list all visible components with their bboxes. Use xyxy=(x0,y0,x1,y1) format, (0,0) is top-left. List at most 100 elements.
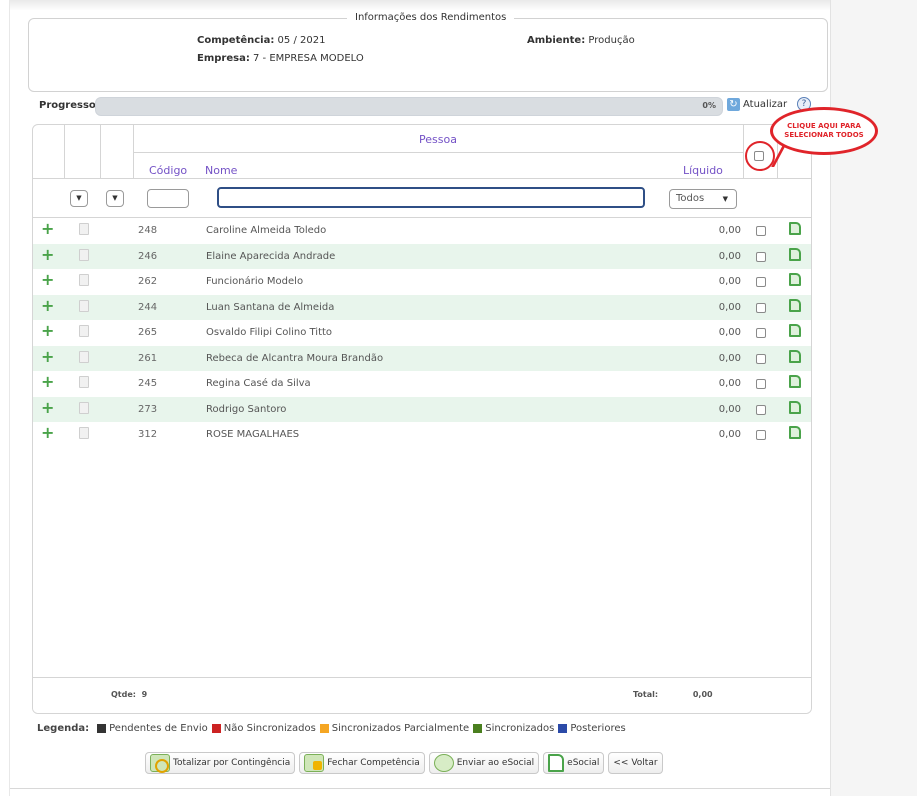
name-filter-input[interactable] xyxy=(217,187,645,208)
table-row[interactable]: +273 Rodrigo Santoro 0,00 xyxy=(33,396,811,422)
totalizar-button[interactable]: Totalizar por Contingência xyxy=(145,752,296,774)
column-header-codigo[interactable]: Código xyxy=(149,164,187,177)
esocial-button[interactable]: eSocial xyxy=(543,752,605,774)
column-header-nome[interactable]: Nome xyxy=(205,164,237,177)
column-header-liquido[interactable]: Líquido xyxy=(683,164,723,177)
expand-plus-icon[interactable]: + xyxy=(41,348,54,365)
refresh-label: Atualizar xyxy=(743,99,788,110)
esocial-status-icon[interactable] xyxy=(789,349,801,363)
table-row[interactable]: +245 Regina Casé da Silva 0,00 xyxy=(33,371,811,396)
progress-label: Progresso: xyxy=(39,100,100,111)
code-filter-input[interactable] xyxy=(147,189,189,208)
expand-plus-icon[interactable]: + xyxy=(41,374,54,390)
document-icon[interactable] xyxy=(79,223,89,235)
document-icon[interactable] xyxy=(79,274,89,286)
grid-divider xyxy=(100,125,101,178)
row-code: 262 xyxy=(138,276,158,287)
expand-plus-icon[interactable]: + xyxy=(41,297,54,314)
voltar-button[interactable]: << Voltar xyxy=(608,752,663,774)
row-name: Regina Casé da Silva xyxy=(206,378,311,389)
legend-label: Pendentes de Envio xyxy=(109,723,208,734)
row-checkbox[interactable] xyxy=(756,404,766,415)
table-row[interactable]: +262 Funcionário Modelo 0,00 xyxy=(33,269,811,294)
esocial-status-icon[interactable] xyxy=(789,324,801,337)
row-code: 246 xyxy=(138,250,158,262)
row-checkbox[interactable] xyxy=(756,277,766,287)
row-checkbox[interactable] xyxy=(756,430,766,440)
table-row[interactable]: +244 Luan Santana de Almeida 0,00 xyxy=(33,294,811,320)
filter-dropdown-1[interactable]: ▼ xyxy=(70,190,88,207)
filter-dropdown-2[interactable]: ▼ xyxy=(106,190,124,207)
callout-text: CLIQUE AQUI PARA SELECIONAR TODOS xyxy=(784,122,864,139)
document-icon[interactable] xyxy=(79,401,89,414)
table-row[interactable]: +261 Rebeca de Alcantra Moura Brandão 0,00 xyxy=(33,345,811,371)
expand-plus-icon[interactable]: + xyxy=(41,399,54,416)
esocial-status-icon[interactable] xyxy=(789,222,801,235)
document-icon[interactable] xyxy=(79,299,89,312)
empresa-value: 7 - EMPRESA MODELO xyxy=(253,53,364,64)
row-checkbox[interactable] xyxy=(756,302,766,313)
esocial-status-icon[interactable] xyxy=(789,375,801,388)
document-icon[interactable] xyxy=(79,376,89,388)
table-row[interactable]: +248 Caroline Almeida Toledo 0,00 xyxy=(33,218,811,243)
status-filter-select[interactable]: Todos ▼ xyxy=(669,189,737,209)
row-name: ROSE MAGALHAES xyxy=(206,429,300,440)
row-name: Osvaldo Filipi Colino Titto xyxy=(206,327,333,338)
document-icon[interactable] xyxy=(79,248,89,261)
grid-divider xyxy=(64,125,65,178)
legend-swatch xyxy=(558,724,568,733)
table-row[interactable]: +246 Elaine Aparecida Andrade 0,00 xyxy=(33,243,811,269)
table-row[interactable]: +312 ROSE MAGALHAES 0,00 xyxy=(33,422,811,447)
esocial-status-icon[interactable] xyxy=(789,426,801,439)
esocial-status-icon[interactable] xyxy=(789,273,801,286)
row-checkbox[interactable] xyxy=(756,251,766,262)
row-liquido: 0,00 xyxy=(718,378,741,389)
row-checkbox[interactable] xyxy=(756,379,766,389)
row-liquido: 0,00 xyxy=(718,403,741,415)
esocial-status-icon[interactable] xyxy=(789,298,801,312)
legend-label: Sincronizados xyxy=(485,723,555,734)
row-code: 245 xyxy=(138,378,158,389)
empresa-label: Empresa: xyxy=(197,53,250,64)
row-code: 244 xyxy=(138,301,158,313)
legend-swatch xyxy=(319,724,329,733)
competencia-row: Competência: 05 / 2021 xyxy=(197,35,325,46)
qtde-value: 9 xyxy=(141,690,148,699)
row-name: Rebeca de Alcantra Moura Brandão xyxy=(206,352,384,364)
bottom-edge xyxy=(10,788,830,796)
expand-plus-icon[interactable]: + xyxy=(41,323,54,339)
row-liquido: 0,00 xyxy=(718,301,741,313)
legend-swatch xyxy=(473,724,483,733)
refresh-button[interactable]: ↻ Atualizar xyxy=(727,98,787,111)
expand-plus-icon[interactable]: + xyxy=(41,425,54,441)
row-checkbox[interactable] xyxy=(756,328,766,338)
row-liquido: 0,00 xyxy=(718,429,741,440)
row-checkbox[interactable] xyxy=(756,226,766,236)
filter-row: ▼ ▼ Todos ▼ xyxy=(33,178,811,218)
empresa-row: Empresa: 7 - EMPRESA MODELO xyxy=(197,53,364,64)
progress-bar: 0% xyxy=(95,97,723,116)
legend-label: Sincronizados Parcialmente xyxy=(331,723,470,734)
legend-title: Legenda: xyxy=(37,723,90,734)
esocial-status-icon[interactable] xyxy=(789,400,801,414)
ambiente-row: Ambiente: Produção xyxy=(527,35,635,46)
qtde-summary: Qtde: 9 xyxy=(111,690,147,699)
enviar-esocial-button[interactable]: Enviar ao eSocial xyxy=(428,752,540,774)
document-icon xyxy=(548,754,565,772)
esocial-status-icon[interactable] xyxy=(789,247,801,261)
table-row[interactable]: +265 Osvaldo Filipi Colino Titto 0,00 xyxy=(33,320,811,345)
refresh-icon: ↻ xyxy=(727,98,740,111)
document-icon[interactable] xyxy=(79,350,89,363)
document-icon[interactable] xyxy=(79,427,89,439)
row-code: 248 xyxy=(138,225,158,236)
esocial-label: eSocial xyxy=(567,758,600,768)
legend: Legenda: Pendentes de Envio Não Sincroniz… xyxy=(37,723,626,734)
fechar-competencia-button[interactable]: Fechar Competência xyxy=(299,752,425,774)
document-icon[interactable] xyxy=(79,325,89,337)
info-title: Informações dos Rendimentos xyxy=(347,12,515,23)
row-checkbox[interactable] xyxy=(756,353,766,364)
expand-plus-icon[interactable]: + xyxy=(41,221,54,237)
expand-plus-icon[interactable]: + xyxy=(41,272,54,288)
expand-plus-icon[interactable]: + xyxy=(41,246,54,263)
row-liquido: 0,00 xyxy=(718,276,741,287)
